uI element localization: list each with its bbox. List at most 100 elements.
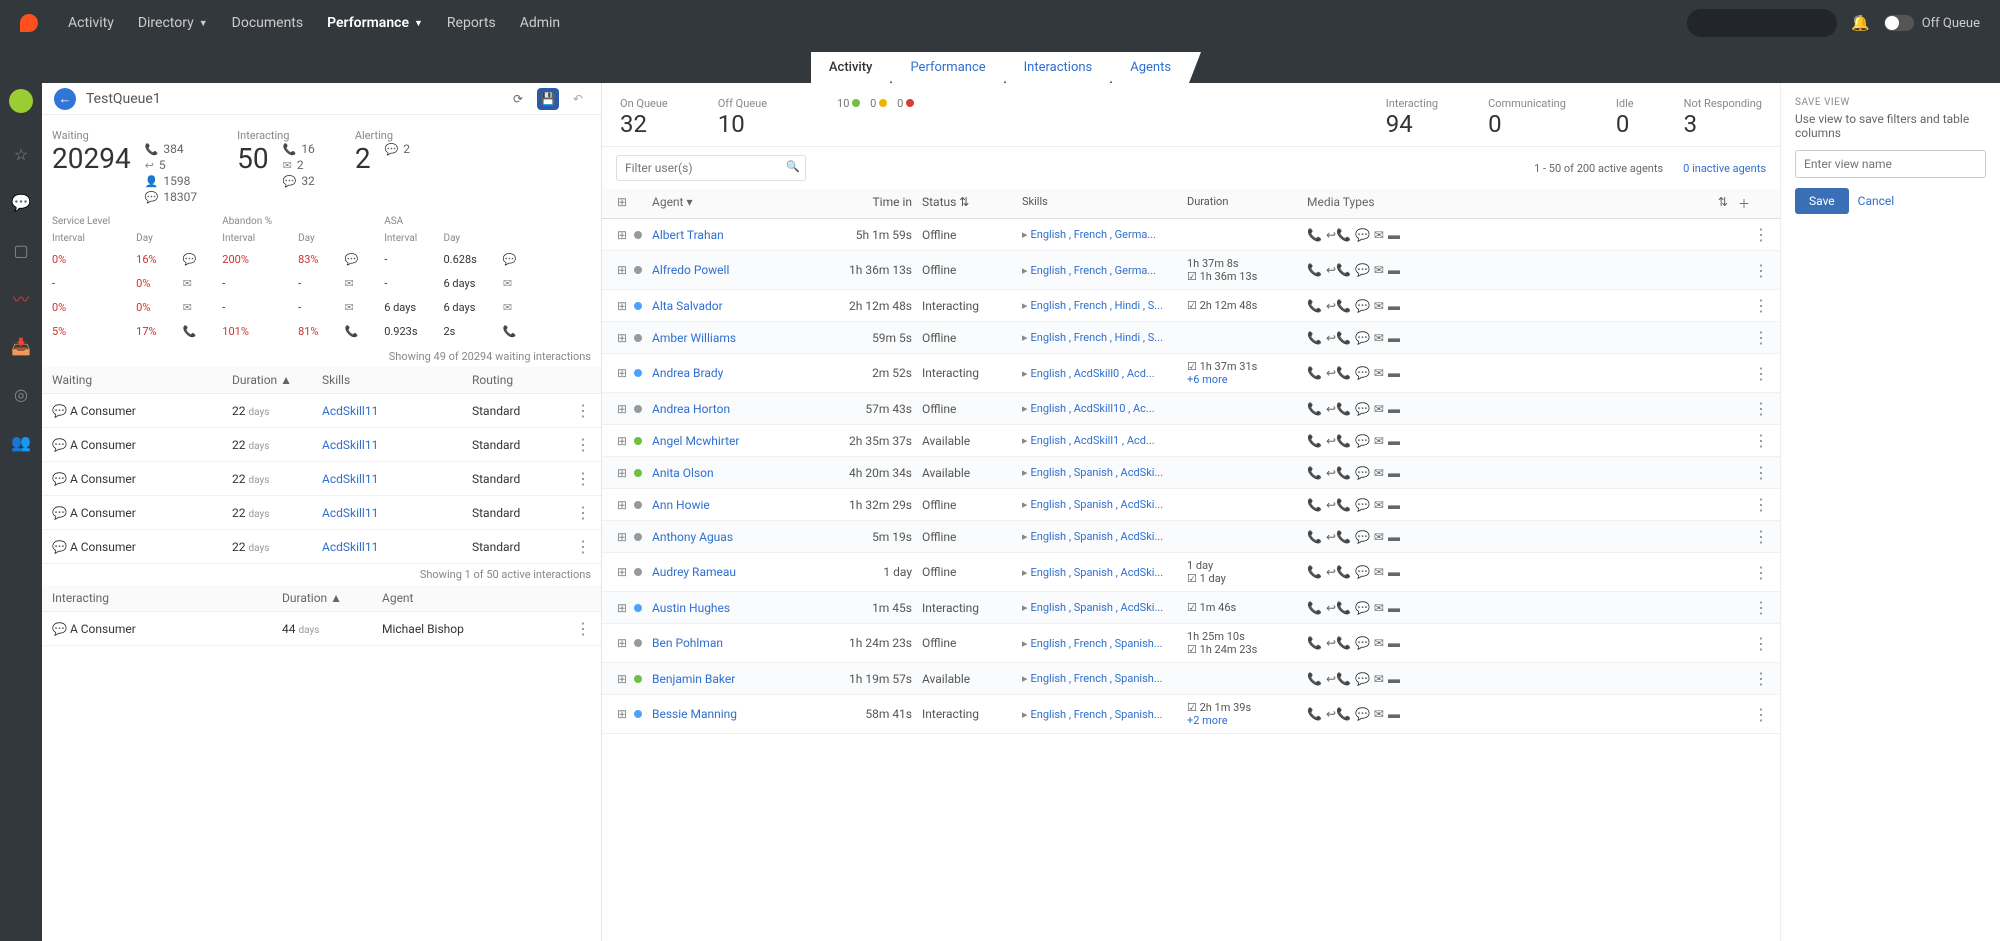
col-status[interactable]: Status ⇅ xyxy=(922,195,1022,212)
col-timein[interactable]: Time in xyxy=(822,195,922,212)
row-menu-icon[interactable]: ⋮ xyxy=(1750,296,1772,315)
col-duration[interactable]: Duration ▲ xyxy=(232,373,322,387)
heartbeat-icon[interactable]: 〰 xyxy=(9,286,33,310)
undo-icon[interactable]: ↶ xyxy=(567,88,589,110)
agent-name-link[interactable]: Alfredo Powell xyxy=(652,263,822,277)
col-waiting[interactable]: Waiting xyxy=(52,373,232,387)
save-disk-icon[interactable]: 💾 xyxy=(537,88,559,110)
agent-name-link[interactable]: Audrey Rameau xyxy=(652,565,822,579)
row-menu-icon[interactable]: ⋮ xyxy=(1750,669,1772,688)
row-menu-icon[interactable]: ⋮ xyxy=(1750,634,1772,653)
skills-link[interactable]: English , French , Spanish... xyxy=(1031,708,1163,721)
skills-link[interactable]: English , French , Spanish... xyxy=(1031,672,1163,685)
row-menu-icon[interactable]: ⋮ xyxy=(1750,495,1772,514)
agent-row[interactable]: ⊞Anthony Aguas5m 19sOffline▸English , Sp… xyxy=(602,521,1780,553)
agent-row[interactable]: ⊞Alta Salvador2h 12m 48sInteracting▸Engl… xyxy=(602,290,1780,322)
expand-row-icon[interactable]: ⊞ xyxy=(610,331,634,345)
col-duration2[interactable]: Duration ▲ xyxy=(282,591,382,605)
expand-caret-icon[interactable]: ▸ xyxy=(1022,434,1028,447)
row-menu-icon[interactable]: ⋮ xyxy=(1750,399,1772,418)
row-menu-icon[interactable]: ⋮ xyxy=(1750,328,1772,347)
agent-row[interactable]: ⊞Ann Howie1h 32m 29sOffline▸English , Sp… xyxy=(602,489,1780,521)
agent-row[interactable]: ⊞Amber Williams59m 5sOffline▸English , F… xyxy=(602,322,1780,354)
inbox-icon[interactable]: 📥 xyxy=(9,334,33,358)
tab-activity[interactable]: Activity xyxy=(811,52,891,83)
skill-link[interactable]: AcdSkill11 xyxy=(322,404,472,418)
col-agent[interactable]: Agent xyxy=(382,591,591,605)
col-skills[interactable]: Skills xyxy=(322,373,472,387)
agent-name-link[interactable]: Andrea Brady xyxy=(652,366,822,380)
agent-name-link[interactable]: Anita Olson xyxy=(652,466,822,480)
col-duration[interactable]: Duration xyxy=(1187,195,1307,212)
col-agent[interactable]: Agent ▾ xyxy=(652,195,822,212)
skills-link[interactable]: English , Spanish , AcdSki... xyxy=(1031,466,1164,479)
row-menu-icon[interactable]: ⋮ xyxy=(1750,563,1772,582)
expand-caret-icon[interactable]: ▸ xyxy=(1022,566,1028,579)
expand-caret-icon[interactable]: ▸ xyxy=(1022,601,1028,614)
agent-name-link[interactable]: Austin Hughes xyxy=(652,601,822,615)
agent-name-link[interactable]: Benjamin Baker xyxy=(652,672,822,686)
agent-name-link[interactable]: Amber Williams xyxy=(652,331,822,345)
notifications-icon[interactable]: 🔔 xyxy=(1851,14,1870,32)
expand-row-icon[interactable]: ⊞ xyxy=(610,366,634,380)
expand-caret-icon[interactable]: ▸ xyxy=(1022,466,1028,479)
waiting-row[interactable]: 💬 A Consumer22 daysAcdSkill11Standard⋮ xyxy=(42,394,601,428)
expand-row-icon[interactable]: ⊞ xyxy=(610,530,634,544)
row-menu-icon[interactable]: ⋮ xyxy=(575,619,591,638)
view-name-input[interactable] xyxy=(1795,150,1986,178)
waiting-row[interactable]: 💬 A Consumer22 daysAcdSkill11Standard⋮ xyxy=(42,462,601,496)
target-icon[interactable]: ◎ xyxy=(9,382,33,406)
expand-caret-icon[interactable]: ▸ xyxy=(1022,637,1028,650)
people-icon[interactable]: 👥 xyxy=(9,430,33,454)
col-interacting[interactable]: Interacting xyxy=(52,591,282,605)
expand-caret-icon[interactable]: ▸ xyxy=(1022,708,1028,721)
skills-link[interactable]: English , AcdSkill0 , Acd... xyxy=(1031,367,1155,380)
expand-row-icon[interactable]: ⊞ xyxy=(610,707,634,721)
skills-link[interactable]: English , Spanish , AcdSki... xyxy=(1031,530,1164,543)
agent-name-link[interactable]: Bessie Manning xyxy=(652,707,822,721)
save-button[interactable]: Save xyxy=(1795,188,1849,214)
skills-link[interactable]: English , AcdSkill1 , Acd... xyxy=(1031,434,1155,447)
agent-row[interactable]: ⊞Bessie Manning58m 41sInteracting▸Englis… xyxy=(602,695,1780,734)
row-menu-icon[interactable]: ⋮ xyxy=(1750,364,1772,383)
expand-row-icon[interactable]: ⊞ xyxy=(610,402,634,416)
skills-link[interactable]: English , Spanish , AcdSki... xyxy=(1031,498,1164,511)
add-column-icon[interactable]: ＋ xyxy=(1738,195,1750,212)
nav-reports[interactable]: Reports xyxy=(447,15,496,31)
row-menu-icon[interactable]: ⋮ xyxy=(1750,431,1772,450)
nav-performance[interactable]: Performance ▼ xyxy=(327,15,423,31)
skills-link[interactable]: English , Spanish , AcdSki... xyxy=(1031,601,1164,614)
expand-caret-icon[interactable]: ▸ xyxy=(1022,367,1028,380)
col-media[interactable]: Media Types ⇅ ＋ xyxy=(1307,195,1750,212)
nav-activity[interactable]: Activity xyxy=(68,15,114,31)
expand-row-icon[interactable]: ⊞ xyxy=(610,466,634,480)
agent-row[interactable]: ⊞Alfredo Powell1h 36m 13sOffline▸English… xyxy=(602,251,1780,290)
skill-link[interactable]: AcdSkill11 xyxy=(322,540,472,554)
agent-row[interactable]: ⊞Ben Pohlman1h 24m 23sOffline▸English , … xyxy=(602,624,1780,663)
expand-all-icon[interactable]: ⊞ xyxy=(610,195,634,212)
skills-link[interactable]: English , French , Hindi , S... xyxy=(1031,299,1163,312)
row-menu-icon[interactable]: ⋮ xyxy=(1750,598,1772,617)
skill-link[interactable]: AcdSkill11 xyxy=(322,506,472,520)
expand-row-icon[interactable]: ⊞ xyxy=(610,498,634,512)
skills-link[interactable]: English , French , Spanish... xyxy=(1031,637,1163,650)
agent-name-link[interactable]: Ann Howie xyxy=(652,498,822,512)
row-menu-icon[interactable]: ⋮ xyxy=(1750,225,1772,244)
expand-caret-icon[interactable]: ▸ xyxy=(1022,264,1028,277)
skills-link[interactable]: English , French , Hindi , S... xyxy=(1031,331,1163,344)
waiting-row[interactable]: 💬 A Consumer22 daysAcdSkill11Standard⋮ xyxy=(42,428,601,462)
row-menu-icon[interactable]: ⋮ xyxy=(575,401,591,420)
video-icon[interactable]: ▢ xyxy=(9,238,33,262)
skills-link[interactable]: English , AcdSkill10 , Ac... xyxy=(1031,402,1155,415)
skill-link[interactable]: AcdSkill11 xyxy=(322,438,472,452)
expand-row-icon[interactable]: ⊞ xyxy=(610,263,634,277)
row-menu-icon[interactable]: ⋮ xyxy=(1750,527,1772,546)
col-routing[interactable]: Routing xyxy=(472,373,591,387)
agent-name-link[interactable]: Alta Salvador xyxy=(652,299,822,313)
agent-name-link[interactable]: Angel Mcwhirter xyxy=(652,434,822,448)
skills-link[interactable]: English , French , Germa... xyxy=(1031,228,1157,241)
agent-row[interactable]: ⊞Albert Trahan5h 1m 59sOffline▸English ,… xyxy=(602,219,1780,251)
expand-caret-icon[interactable]: ▸ xyxy=(1022,498,1028,511)
global-search[interactable]: 🔍 xyxy=(1687,9,1837,37)
waiting-row[interactable]: 💬 A Consumer22 daysAcdSkill11Standard⋮ xyxy=(42,530,601,564)
